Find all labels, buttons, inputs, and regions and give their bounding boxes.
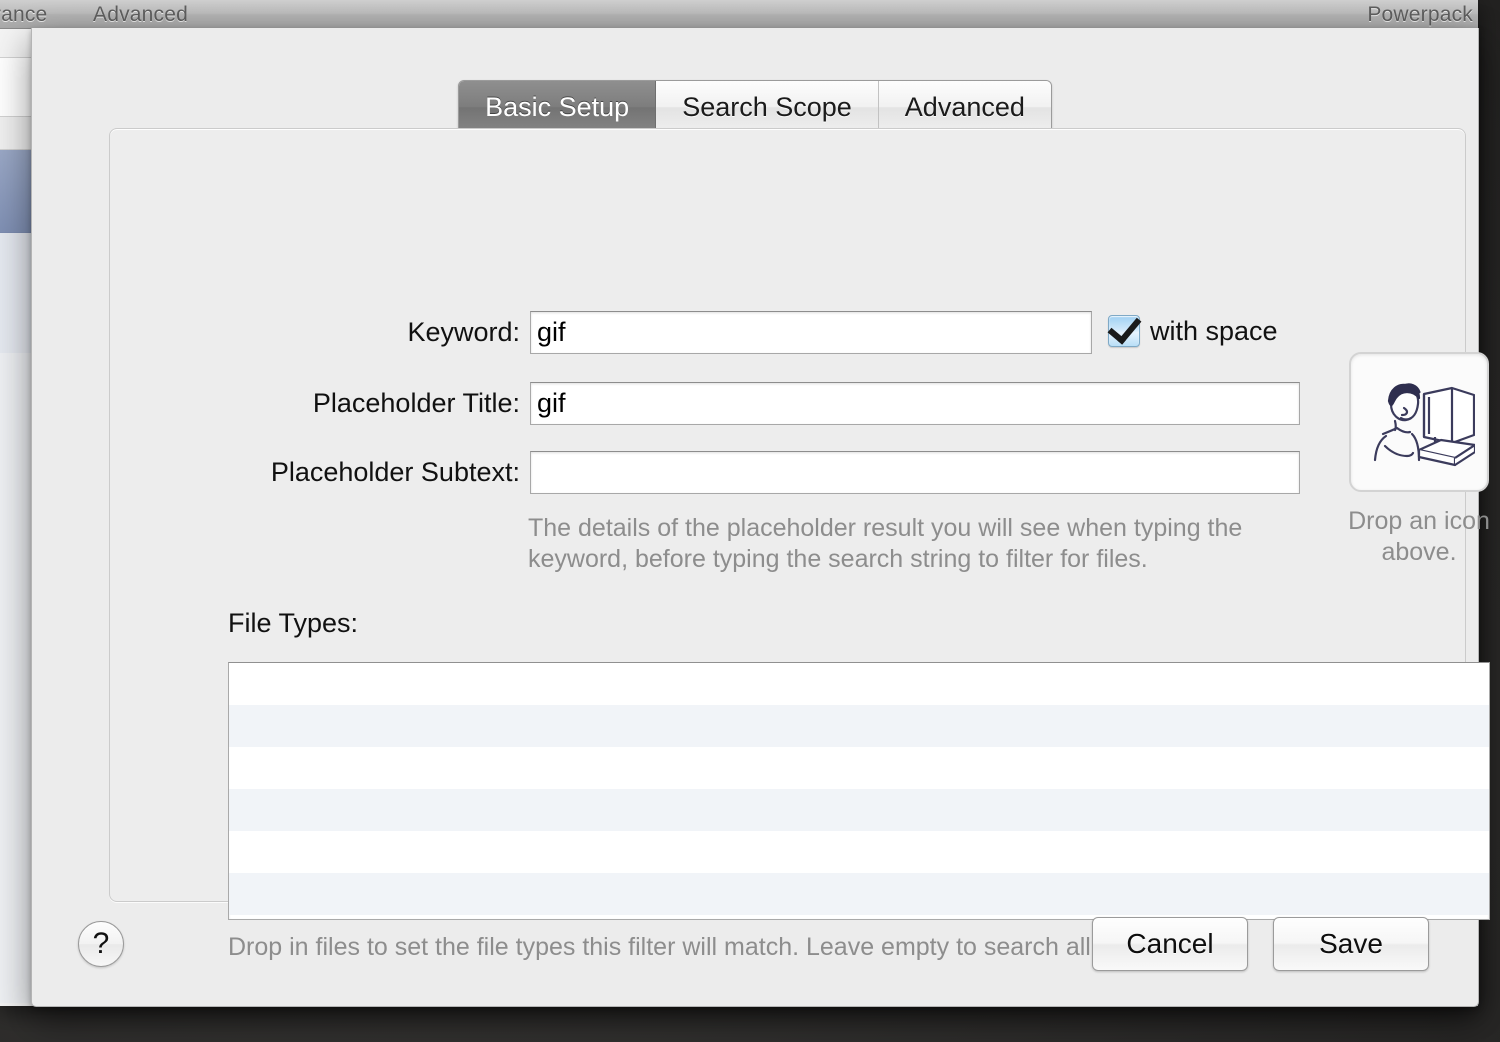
placeholder-subtext-input[interactable] [530, 451, 1300, 494]
placeholder-title-input[interactable] [530, 382, 1300, 425]
keyword-input[interactable] [530, 311, 1092, 354]
table-row[interactable] [229, 663, 1489, 705]
with-space-checkbox-group[interactable]: with space [1107, 309, 1278, 347]
toolbar-item-powerpack[interactable]: Powerpack [1367, 3, 1473, 27]
tab-search-scope[interactable]: Search Scope [656, 81, 879, 133]
preferences-toolbar[interactable]: arance Advanced Powerpack [0, 0, 1478, 29]
placeholder-subtext-label: Placeholder Subtext: [270, 457, 520, 487]
toolbar-item-appearance[interactable]: arance [0, 3, 47, 27]
icon-drop-well[interactable] [1349, 352, 1489, 492]
file-types-hint: Drop in files to set the file types this… [228, 933, 1204, 961]
table-row[interactable] [229, 789, 1489, 831]
file-types-label: File Types: [228, 608, 359, 638]
placeholder-title-label: Placeholder Title: [312, 388, 520, 418]
table-row[interactable] [229, 831, 1489, 873]
basic-setup-panel: Keyword: with space Placeholder Title: P… [109, 128, 1490, 961]
keyword-label: Keyword: [407, 317, 520, 347]
table-row[interactable] [229, 747, 1489, 789]
person-at-computer-icon [1373, 383, 1475, 467]
tab-basic-setup[interactable]: Basic Setup [459, 81, 657, 133]
placeholder-title-row: Placeholder Title: [196, 382, 1300, 425]
keyword-row: Keyword: [306, 311, 1092, 354]
table-row[interactable] [229, 873, 1489, 915]
tab-bar: Basic Setup Search Scope Advanced [32, 80, 1478, 134]
placeholder-subtext-row: Placeholder Subtext: [152, 451, 1300, 494]
segmented-control: Basic Setup Search Scope Advanced [458, 80, 1052, 134]
icon-drop-well-group[interactable]: Drop an icon above. [1346, 352, 1492, 568]
screen: arance Advanced Powerpack Basic Setup Se… [0, 0, 1500, 1042]
table-row[interactable] [229, 705, 1489, 747]
save-button[interactable]: Save [1273, 917, 1429, 971]
with-space-checkbox[interactable] [1107, 309, 1142, 347]
cancel-button[interactable]: Cancel [1092, 917, 1248, 971]
tab-advanced[interactable]: Advanced [878, 81, 1051, 133]
checkmark-icon [1107, 309, 1142, 345]
help-button[interactable]: ? [78, 921, 124, 967]
file-types-list[interactable] [228, 662, 1490, 920]
with-space-label: with space [1150, 315, 1278, 346]
placeholder-help-text: The details of the placeholder result yo… [528, 514, 1243, 573]
icon-drop-well-caption: Drop an icon above. [1348, 507, 1490, 566]
filter-setup-sheet: Basic Setup Search Scope Advanced Keywor… [31, 28, 1490, 1007]
toolbar-item-advanced[interactable]: Advanced [93, 3, 188, 27]
